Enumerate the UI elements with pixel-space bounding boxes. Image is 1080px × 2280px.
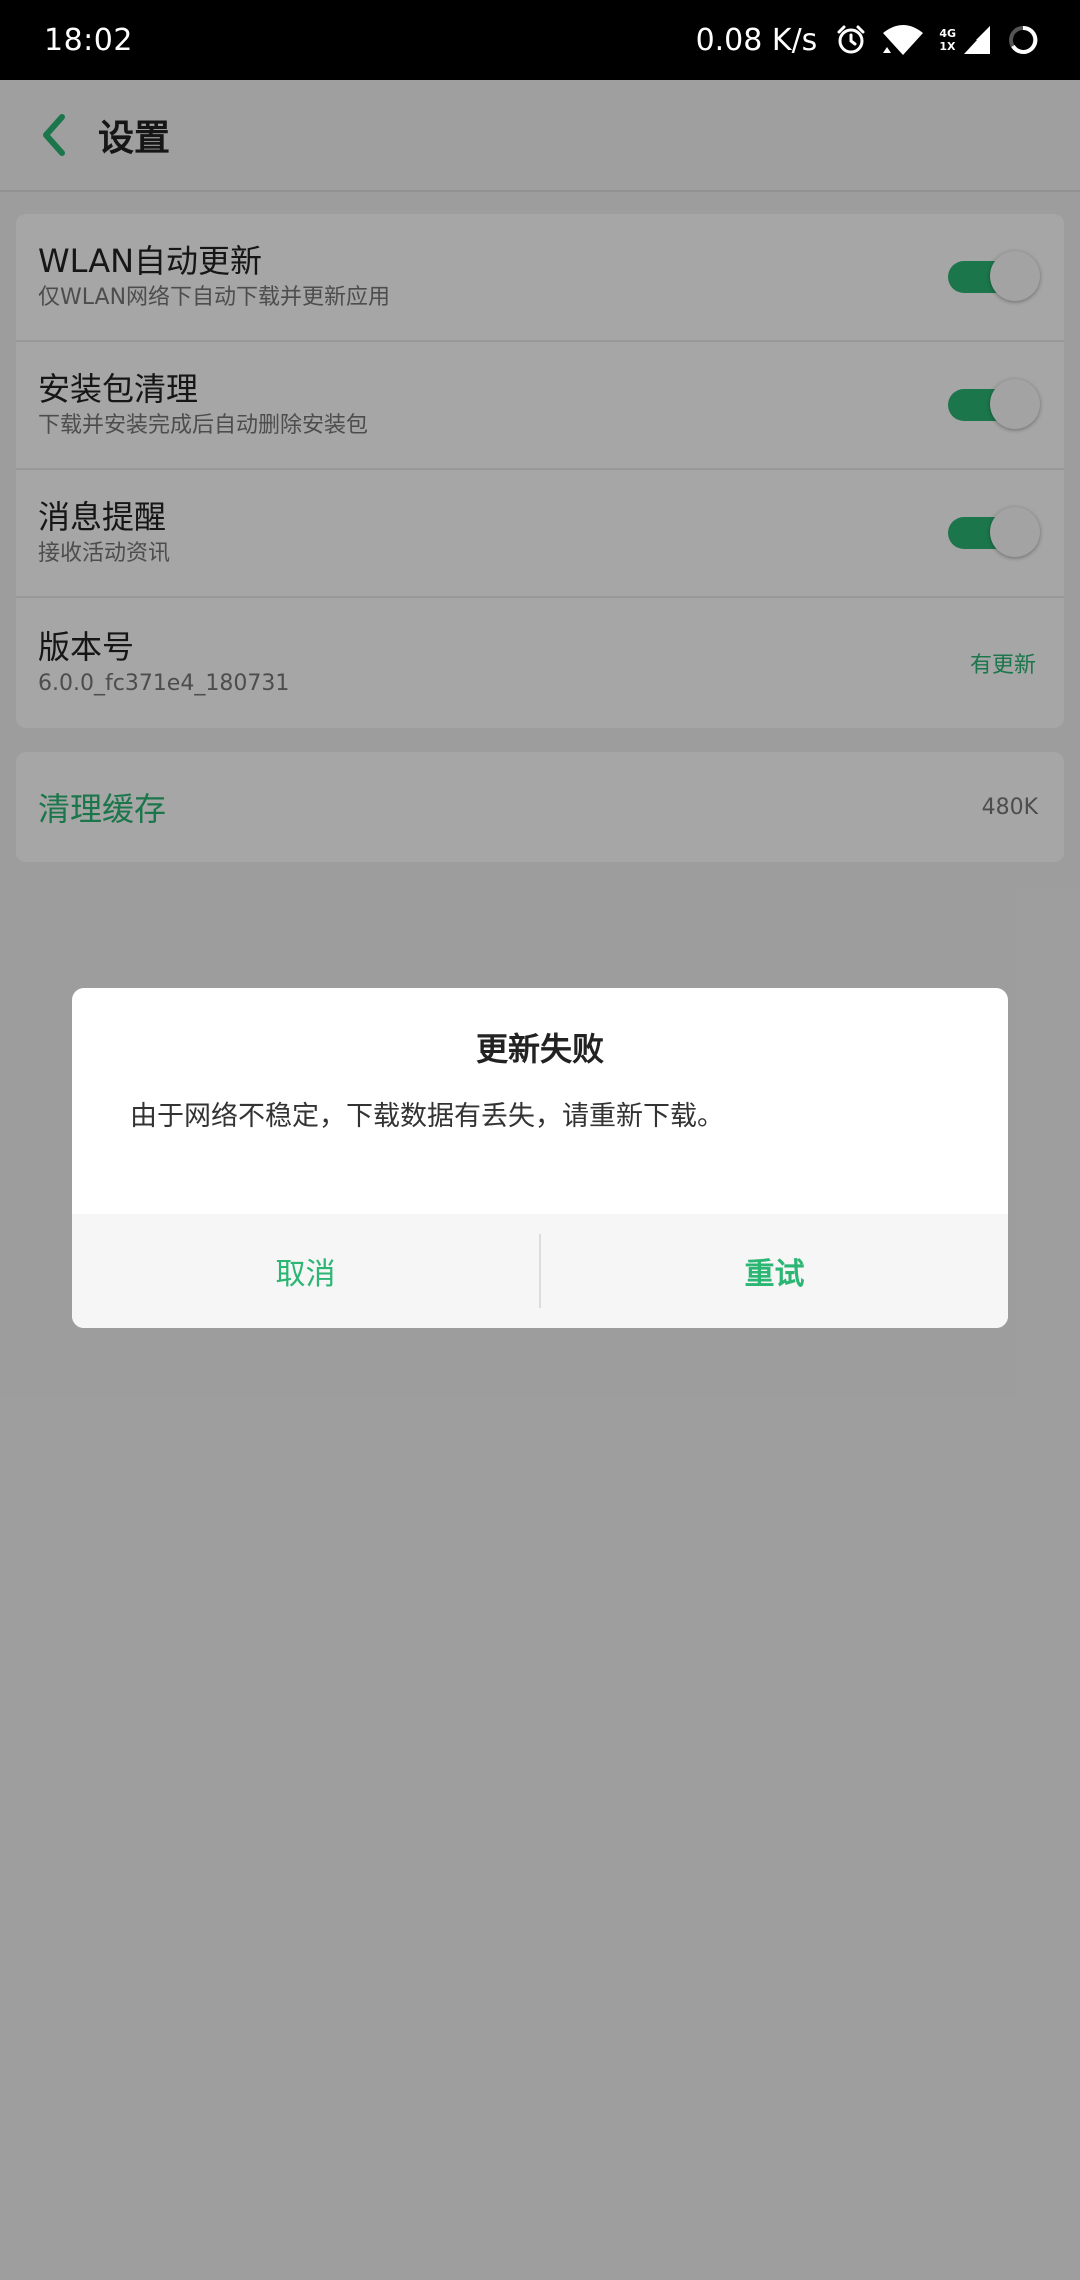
network-type: 4G 1X — [939, 27, 956, 53]
alarm-icon — [835, 24, 867, 56]
status-icons: 0.08 K/s 4G 1X — [696, 23, 1040, 58]
network-speed: 0.08 K/s — [695, 22, 818, 58]
wifi-icon — [881, 23, 925, 57]
network-type-top: 4G — [939, 27, 956, 40]
signal-icon — [962, 24, 992, 56]
cancel-button[interactable]: 取消 — [72, 1214, 539, 1328]
status-bar: 18:02 0.08 K/s 4G 1X — [0, 0, 1080, 80]
retry-button[interactable]: 重试 — [541, 1214, 1008, 1328]
update-failed-dialog: 更新失败 由于网络不稳定，下载数据有丢失，请重新下载。 取消 重试 — [72, 988, 1008, 1328]
dialog-title: 更新失败 — [475, 1030, 604, 1068]
status-time: 18:02 — [44, 22, 133, 58]
dialog-message: 由于网络不稳定，下载数据有丢失，请重新下载。 — [130, 1101, 724, 1132]
dialog-actions: 取消 重试 — [72, 1214, 1008, 1328]
network-type-bottom: 1X — [939, 40, 956, 53]
battery-icon — [1006, 23, 1040, 57]
